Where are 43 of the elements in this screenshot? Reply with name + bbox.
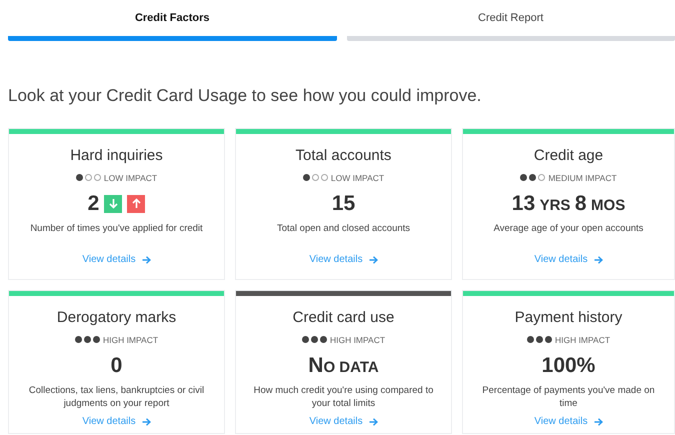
card-title: Payment history [514, 308, 622, 328]
tab[interactable]: Credit Report [346, 10, 675, 40]
impact-label: HIGH IMPACT [330, 334, 386, 346]
arrow-right-icon [368, 418, 378, 426]
impact-label: HIGH IMPACT [554, 334, 610, 346]
page-heading: Look at your Credit Card Usage to see how you could improve. [7, 84, 482, 106]
view-details-link[interactable]: View details [309, 414, 378, 430]
view-details-link[interactable]: View details [534, 252, 603, 268]
down-arrow-icon [108, 198, 118, 210]
impact-label: LOW IMPACT [104, 172, 158, 184]
view-details-link[interactable]: View details [82, 414, 151, 430]
card-description: Average age of your open accounts [492, 222, 644, 236]
view-details-link[interactable]: View details [534, 414, 603, 430]
down-arrow-button[interactable] [104, 194, 122, 213]
arrow-right-icon [594, 256, 603, 264]
up-arrow-icon [132, 198, 141, 210]
card-value: 15 [332, 193, 356, 214]
up-arrow-button[interactable] [127, 194, 146, 213]
impact-label: LOW IMPACT [330, 172, 384, 184]
card-description: Total open and closed accounts [276, 222, 412, 236]
card-title: Hard inquiries [70, 146, 163, 166]
impact-label: MEDIUM IMPACT [548, 172, 617, 184]
card-title: Credit card use [292, 308, 394, 328]
arrow-right-icon [368, 256, 378, 264]
arrow-right-icon [594, 418, 603, 426]
card-title: Total accounts [296, 146, 392, 166]
card-value: 2 [88, 193, 100, 214]
impact-label: HIGH IMPACT [102, 334, 158, 346]
card-value: 0 [110, 355, 122, 376]
view-details-link[interactable]: View details [309, 252, 378, 268]
arrow-right-icon [142, 418, 151, 426]
card-title: Derogatory marks [56, 308, 176, 328]
card-description: How much credit you're using compared to your total limits [252, 384, 434, 410]
card-title: Credit age [534, 146, 604, 166]
card-description: Collections, tax liens, bankruptcies or civil judgments on your report [28, 384, 206, 410]
card-description: Percentage of payments you've made on time [481, 384, 656, 410]
card-description: Number of times you've applied for credit [29, 222, 204, 236]
arrow-right-icon [142, 256, 151, 264]
card-value: 100% [542, 355, 596, 376]
card-value: NO DATA [308, 355, 379, 376]
view-details-link[interactable]: View details [82, 252, 151, 268]
card-value: 13 YRS 8 MOS [512, 193, 626, 214]
tab[interactable]: Credit Factors [8, 10, 336, 40]
